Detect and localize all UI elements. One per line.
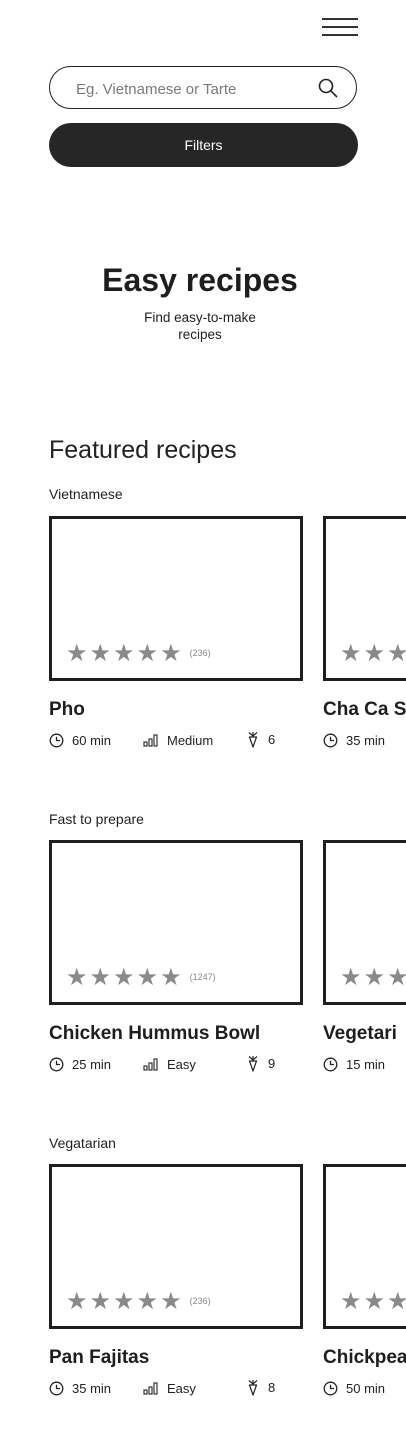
rating-count: (1247) [189, 972, 216, 982]
recipe-title[interactable]: Cha Ca S [323, 699, 406, 721]
clock-icon [49, 733, 64, 748]
servings-label: 6 [268, 732, 276, 747]
recipe-difficulty: Easy [143, 1381, 196, 1396]
recipe-card-image[interactable]: ★ ★ ★ ★ ★ (236) [49, 1164, 303, 1329]
filters-button[interactable]: Filters [49, 123, 358, 167]
recipe-time: 25 min [49, 1057, 111, 1072]
clock-icon [323, 1057, 338, 1072]
time-label: 35 min [72, 1381, 112, 1396]
time-label: 60 min [72, 733, 112, 748]
recipe-servings: 6 [246, 731, 275, 748]
star-icon: ★ [340, 963, 362, 991]
difficulty-bars-icon [143, 1058, 158, 1071]
star-icon: ★ [136, 639, 159, 667]
recipe-difficulty: Medium [143, 733, 213, 748]
featured-recipes-heading: Featured recipes [49, 436, 237, 464]
star-icon: ★ [89, 639, 112, 667]
search-bar [49, 66, 357, 109]
recipe-time: 35 min [323, 733, 385, 748]
rating-stars: ★ ★ ★ ★ ★ (236) [66, 641, 211, 665]
section-label-fast-to-prepare: Fast to prepare [49, 811, 144, 827]
star-icon: ★ [387, 965, 406, 989]
recipe-title[interactable]: Pan Fajitas [49, 1347, 149, 1369]
star-icon: ★ [136, 963, 159, 991]
star-icon: ★ [160, 639, 182, 667]
time-label: 15 min [346, 1057, 386, 1072]
star-icon: ★ [136, 1287, 159, 1315]
star-icon: ★ [66, 963, 88, 991]
recipe-card-image[interactable]: ★★★ [323, 1164, 406, 1329]
difficulty-bars-icon [143, 734, 158, 747]
star-icon: ★ [160, 1287, 182, 1315]
star-icon: ★ [387, 641, 406, 665]
star-icon: ★ [160, 963, 182, 991]
star-icon: ★ [66, 639, 88, 667]
search-icon[interactable] [318, 78, 338, 98]
recipe-time: 15 min [323, 1057, 385, 1072]
search-input[interactable] [74, 77, 308, 101]
rating-stars: ★ ★ ★ ★ ★ (236) [66, 1289, 211, 1313]
recipe-title[interactable]: Chickpea [323, 1347, 406, 1369]
star-icon: ★ [363, 963, 386, 991]
hamburger-menu-icon[interactable] [320, 14, 360, 40]
star-icon: ★ [113, 639, 135, 667]
difficulty-label: Medium [167, 733, 214, 748]
clock-icon [323, 1381, 338, 1396]
recipe-title[interactable]: Pho [49, 699, 85, 721]
recipe-title[interactable]: Chicken Hummus Bowl [49, 1023, 260, 1045]
recipe-card-image[interactable]: ★ ★ ★ ★ ★ (1247) [49, 840, 303, 1005]
recipe-servings: 8 [246, 1379, 275, 1396]
star-icon: ★ [387, 1289, 406, 1313]
rating-count: (236) [189, 648, 211, 658]
section-label-vietnamese: Vietnamese [49, 486, 123, 502]
recipe-title[interactable]: Vegetari [323, 1023, 406, 1045]
star-icon: ★ [340, 1287, 362, 1315]
section-label-vegatarian: Vegatarian [49, 1135, 116, 1151]
time-label: 25 min [72, 1057, 112, 1072]
recipe-difficulty: Easy [143, 1057, 196, 1072]
carrot-icon [248, 1056, 258, 1072]
servings-label: 9 [268, 1056, 276, 1071]
recipe-card-image[interactable]: ★ ★ ★ ★ ★ (236) [49, 516, 303, 681]
recipe-card-image[interactable]: ★★★ [323, 516, 406, 681]
servings-label: 8 [268, 1380, 276, 1395]
difficulty-label: Easy [167, 1057, 196, 1072]
difficulty-label: Easy [167, 1381, 196, 1396]
star-icon: ★ [363, 639, 386, 667]
recipe-time: 60 min [49, 733, 111, 748]
carrot-icon [248, 1380, 258, 1396]
rating-count: (236) [189, 1296, 211, 1306]
clock-icon [49, 1381, 64, 1396]
time-label: 50 min [346, 1381, 386, 1396]
rating-stars: ★★★ [340, 641, 406, 665]
page-title: Easy recipes [102, 262, 298, 298]
recipe-servings: 9 [246, 1055, 275, 1072]
star-icon: ★ [113, 963, 135, 991]
recipe-card-image[interactable]: ★★★ [323, 840, 406, 1005]
star-icon: ★ [340, 639, 362, 667]
star-icon: ★ [89, 963, 112, 991]
star-icon: ★ [66, 1287, 88, 1315]
difficulty-bars-icon [143, 1382, 158, 1395]
rating-stars: ★★★ [340, 965, 406, 989]
clock-icon [323, 733, 338, 748]
rating-stars: ★★★ [340, 1289, 406, 1313]
carrot-icon [248, 732, 258, 748]
rating-stars: ★ ★ ★ ★ ★ (1247) [66, 965, 216, 989]
page-subtitle: Find easy-to-make recipes [144, 310, 256, 342]
recipe-time: 50 min [323, 1381, 385, 1396]
recipe-time: 35 min [49, 1381, 111, 1396]
clock-icon [49, 1057, 64, 1072]
star-icon: ★ [363, 1287, 386, 1315]
time-label: 35 min [346, 733, 386, 748]
star-icon: ★ [113, 1287, 135, 1315]
star-icon: ★ [89, 1287, 112, 1315]
